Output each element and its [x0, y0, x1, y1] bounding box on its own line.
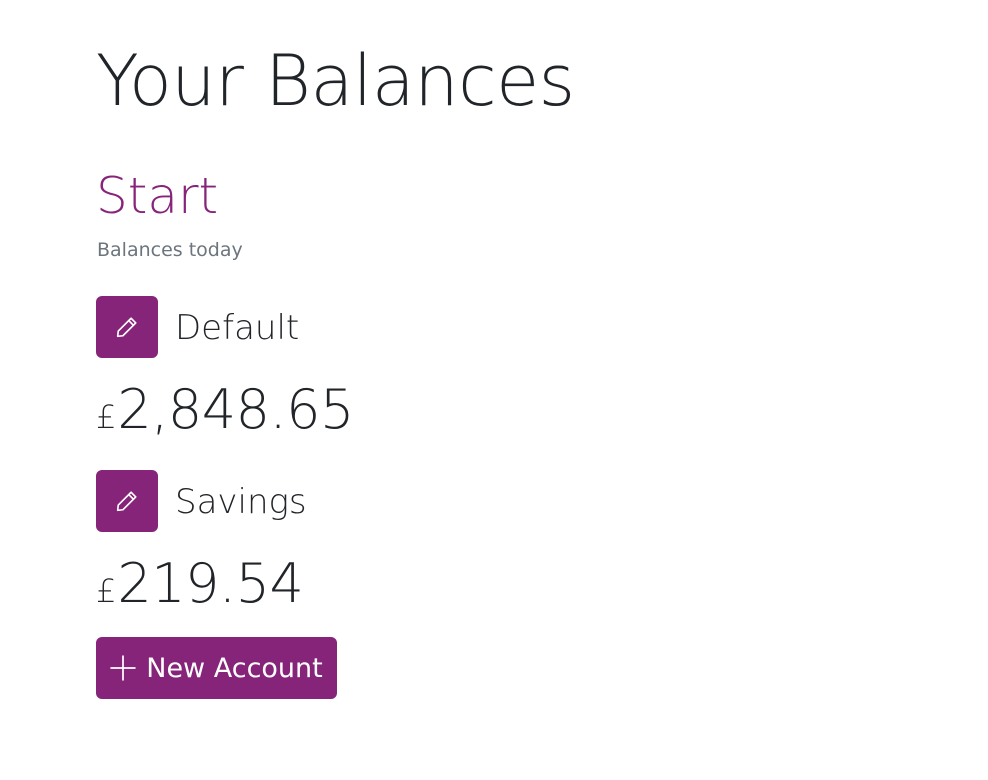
account-balance: £219.54	[96, 550, 304, 618]
pencil-icon	[116, 317, 137, 338]
currency-symbol: £	[96, 398, 117, 436]
account-name: Default	[175, 308, 300, 348]
account-balance: £2,848.65	[96, 376, 354, 444]
currency-symbol: £	[96, 572, 117, 610]
account-name: Savings	[175, 482, 307, 522]
new-account-label: New Account	[146, 652, 323, 684]
section-subtitle: Balances today	[97, 239, 243, 261]
balance-amount: 219.54	[117, 552, 304, 615]
balance-amount: 2,848.65	[117, 378, 354, 441]
pencil-icon	[116, 491, 137, 512]
new-account-button[interactable]: New Account	[96, 637, 337, 699]
plus-icon	[110, 655, 137, 681]
account-card: Savings £219.54	[96, 470, 696, 630]
account-card: Default £2,848.65	[96, 296, 696, 456]
page-title: Your Balances	[96, 40, 575, 122]
edit-account-button[interactable]	[96, 470, 158, 532]
section-title: Start	[96, 167, 219, 225]
edit-account-button[interactable]	[96, 296, 158, 358]
